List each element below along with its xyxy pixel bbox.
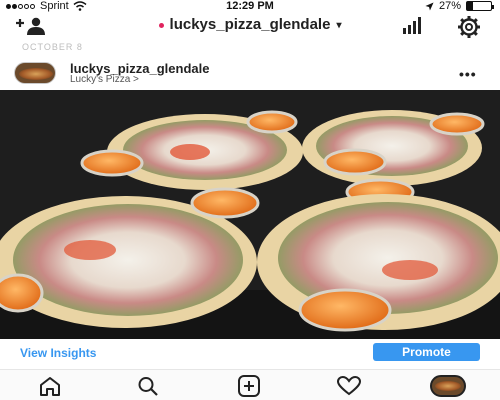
gear-icon[interactable] xyxy=(456,15,482,39)
view-insights-link[interactable]: View Insights xyxy=(20,346,96,360)
profile-avatar xyxy=(430,375,466,397)
notification-dot xyxy=(158,22,164,28)
post-header: luckys_pizza_glendale Lucky's Pizza > ••… xyxy=(0,56,500,90)
status-right: 27% xyxy=(425,0,494,12)
bottom-tab-bar xyxy=(0,369,500,400)
tab-profile[interactable] xyxy=(428,374,468,398)
search-icon xyxy=(138,377,158,396)
promote-button[interactable]: Promote xyxy=(373,343,480,361)
profile-nav-bar: luckys_pizza_glendale ▾ xyxy=(0,12,500,40)
nav-title-wrap[interactable]: luckys_pizza_glendale ▾ xyxy=(0,16,500,33)
account-username-title: luckys_pizza_glendale xyxy=(169,16,331,33)
heart-icon xyxy=(336,376,362,396)
tab-new-post[interactable] xyxy=(229,374,269,398)
food-photo xyxy=(0,90,500,339)
status-bar: Sprint 12:29 PM 27% xyxy=(0,0,500,12)
home-icon xyxy=(40,377,60,396)
tab-search[interactable] xyxy=(128,374,168,398)
avatar[interactable] xyxy=(14,62,56,84)
battery-fill xyxy=(467,2,474,10)
post-date-label: OCTOBER 8 xyxy=(22,42,83,52)
post-photo[interactable] xyxy=(0,90,500,339)
bar-chart-icon[interactable] xyxy=(402,17,422,34)
tab-home[interactable] xyxy=(30,374,70,398)
post-actions-bar: View Insights Promote xyxy=(0,339,500,367)
chevron-down-icon: ▾ xyxy=(336,19,342,31)
tab-activity[interactable] xyxy=(329,374,369,398)
post-location[interactable]: Lucky's Pizza > xyxy=(70,74,139,85)
more-options-icon[interactable]: ••• xyxy=(459,66,477,82)
battery-percent: 27% xyxy=(438,0,461,12)
add-post-icon xyxy=(238,375,260,397)
battery-icon xyxy=(466,1,494,11)
location-arrow-icon xyxy=(425,1,434,11)
